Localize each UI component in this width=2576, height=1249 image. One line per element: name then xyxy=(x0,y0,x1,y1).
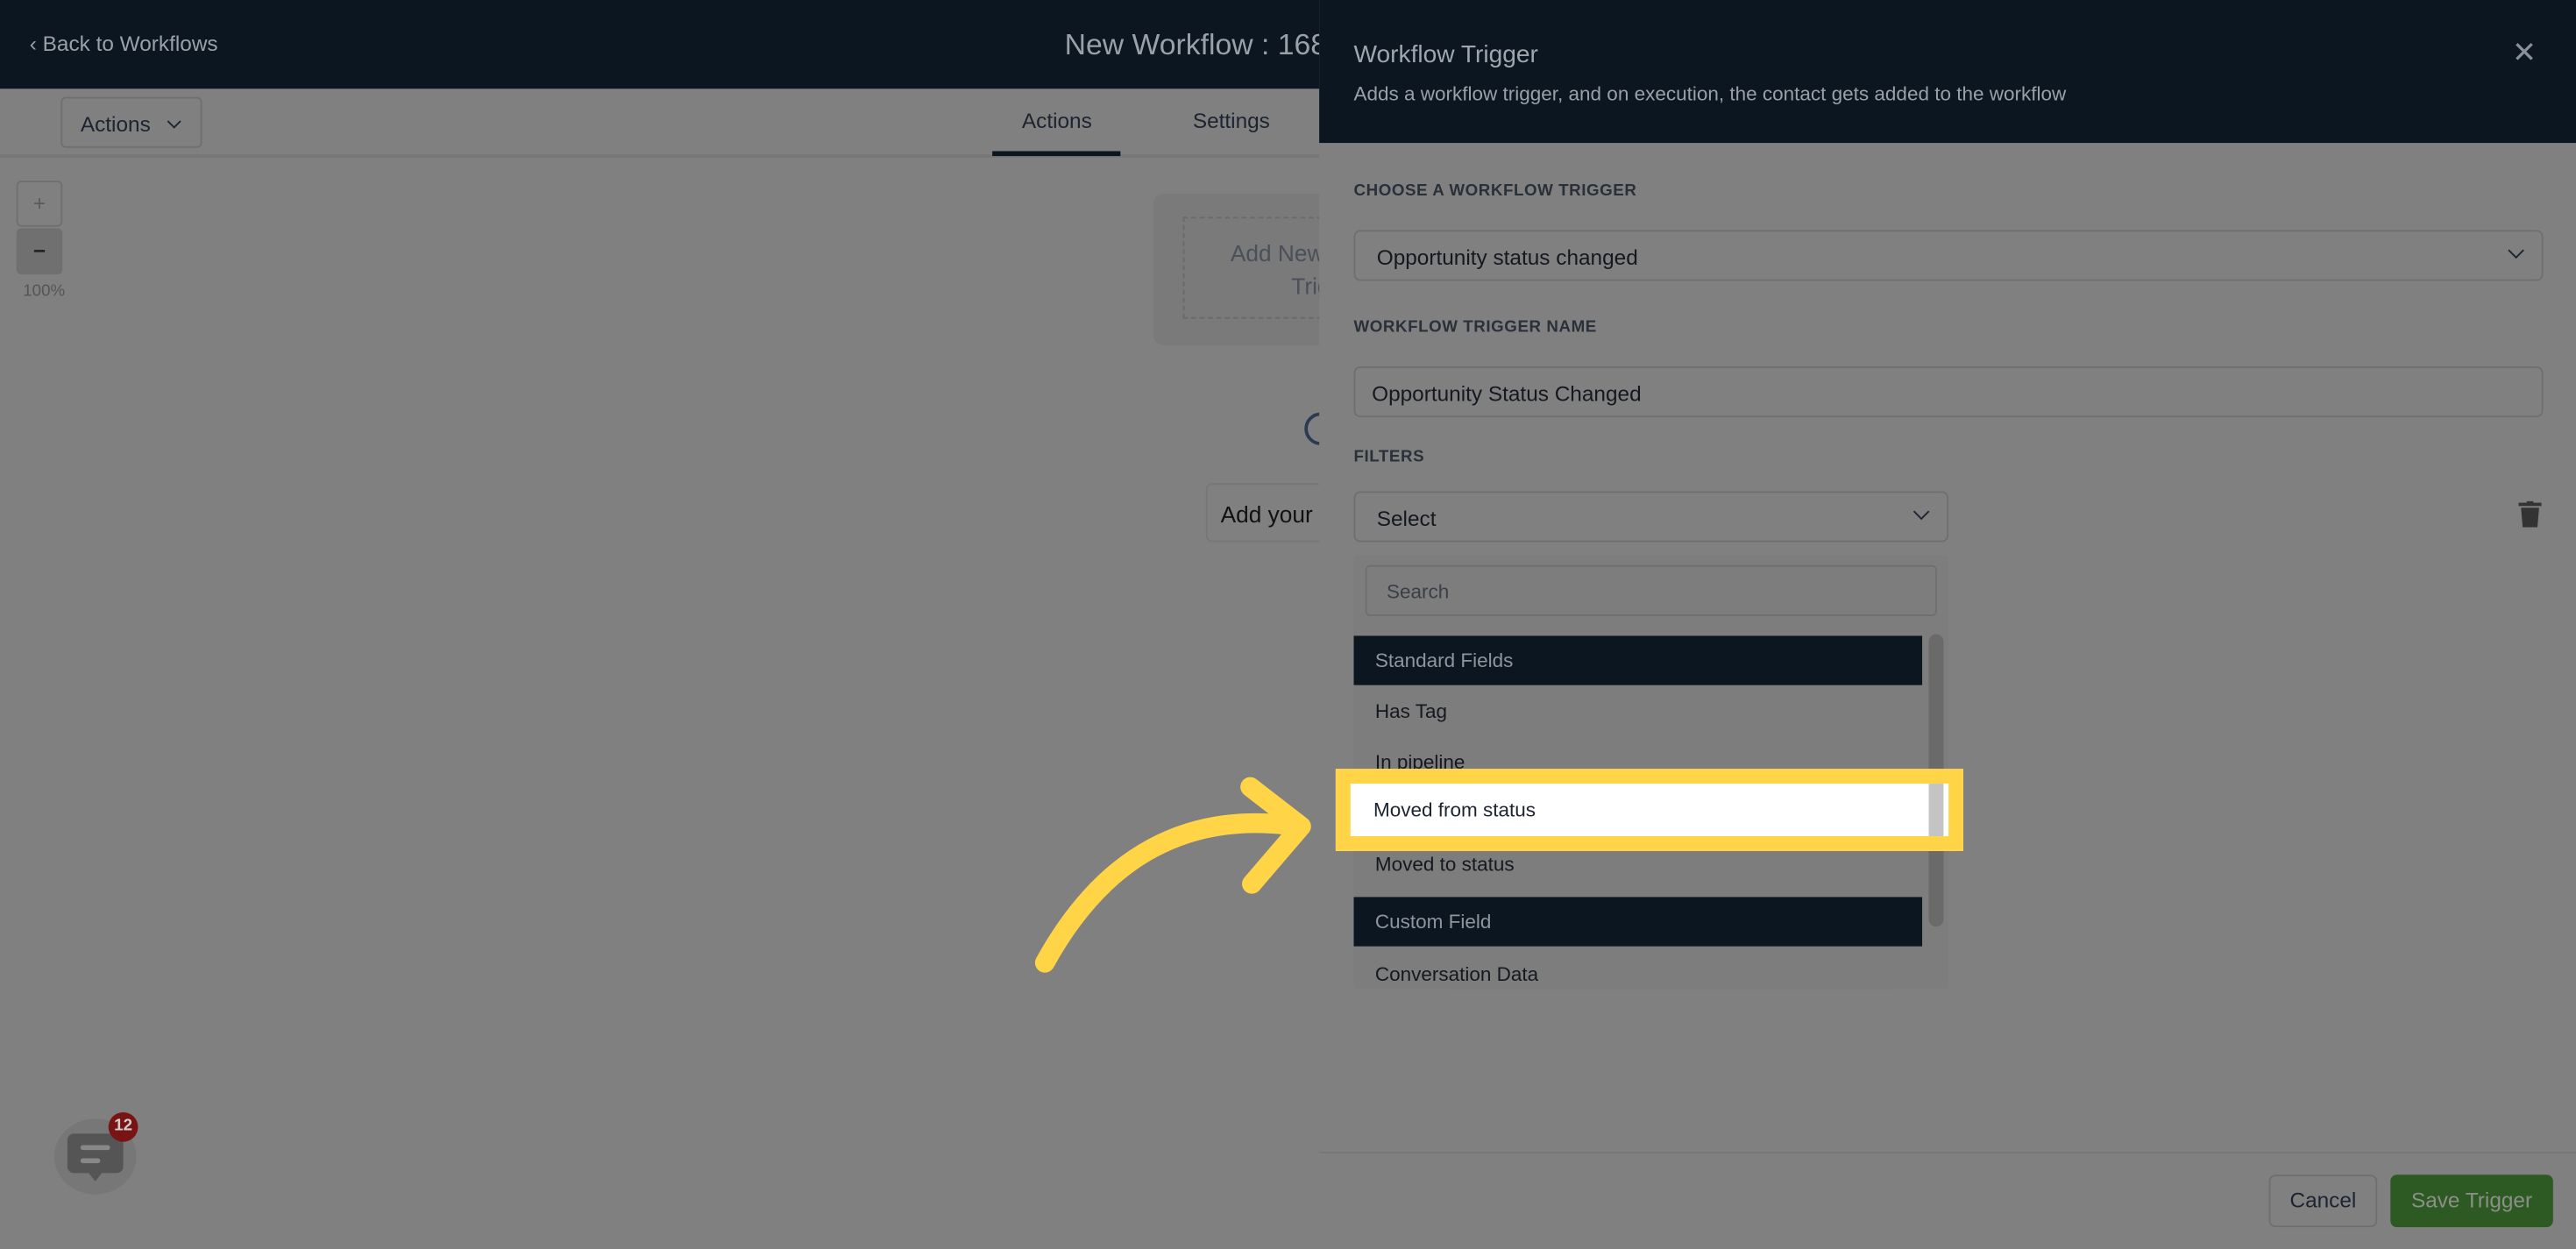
close-icon[interactable]: ✕ xyxy=(2512,36,2537,70)
chevron-down-icon xyxy=(2508,242,2524,259)
tab-actions[interactable]: Actions xyxy=(1022,109,1092,133)
panel-subtitle: Adds a workflow trigger, and on executio… xyxy=(1353,82,2067,105)
filter-select-value: Select xyxy=(1376,506,1437,531)
active-tab-indicator xyxy=(992,151,1121,157)
scrollbar-thumb xyxy=(1928,784,1944,837)
trigger-name-input[interactable]: Opportunity Status Changed xyxy=(1353,365,2544,418)
filters-label: FILTERS xyxy=(1353,448,1425,467)
group-header: Custom Field xyxy=(1353,897,1923,947)
trigger-type-value: Opportunity status changed xyxy=(1376,245,1638,270)
trigger-type-select[interactable]: Opportunity status changed xyxy=(1353,230,2544,281)
trash-icon[interactable] xyxy=(2518,500,2542,528)
actions-dropdown[interactable]: Actions xyxy=(60,96,202,148)
zoom-out-button[interactable]: − xyxy=(16,228,63,275)
zoom-in-button[interactable]: + xyxy=(16,181,63,227)
chevron-down-icon xyxy=(167,114,182,129)
workflow-title: New Workflow : 1688 xyxy=(1064,27,1344,61)
add-action-card[interactable]: Add your f xyxy=(1205,483,1338,543)
screen: ‹ Back to Workflows New Workflow : 1688 … xyxy=(0,0,2576,1249)
notification-badge: 12 xyxy=(108,1111,138,1142)
group-header: Standard Fields xyxy=(1353,635,1923,685)
tab-settings[interactable]: Settings xyxy=(1193,109,1270,133)
zoom-level: 100% xyxy=(23,282,66,302)
panel-title: Workflow Trigger xyxy=(1353,40,1538,69)
trigger-card-text: Add New xyxy=(1230,239,1324,266)
back-to-workflows-link[interactable]: ‹ Back to Workflows xyxy=(30,32,218,56)
search-input[interactable]: Search xyxy=(1365,564,1937,616)
footer-divider xyxy=(1319,1151,2576,1153)
filter-select[interactable]: Select xyxy=(1353,491,1949,543)
list-item-moved-from-status: Moved from status xyxy=(1373,798,1536,822)
panel-header xyxy=(1319,0,2576,144)
cancel-button[interactable]: Cancel xyxy=(2268,1174,2378,1228)
workflow-trigger-panel: Workflow Trigger Adds a workflow trigger… xyxy=(1319,0,2576,1249)
save-trigger-button[interactable]: Save Trigger xyxy=(2390,1174,2553,1228)
list-item[interactable]: Has Tag xyxy=(1354,685,1923,736)
trigger-name-label: WORKFLOW TRIGGER NAME xyxy=(1353,318,1597,337)
chevron-down-icon xyxy=(1912,503,1930,521)
trigger-type-label: CHOOSE A WORKFLOW TRIGGER xyxy=(1353,182,1637,201)
actions-label: Actions xyxy=(80,111,151,137)
list-item[interactable]: Conversation Data xyxy=(1354,948,1923,990)
back-label: Back to Workflows xyxy=(42,31,218,56)
highlighted-option-moved-from-status[interactable]: Moved from status xyxy=(1335,769,1963,851)
